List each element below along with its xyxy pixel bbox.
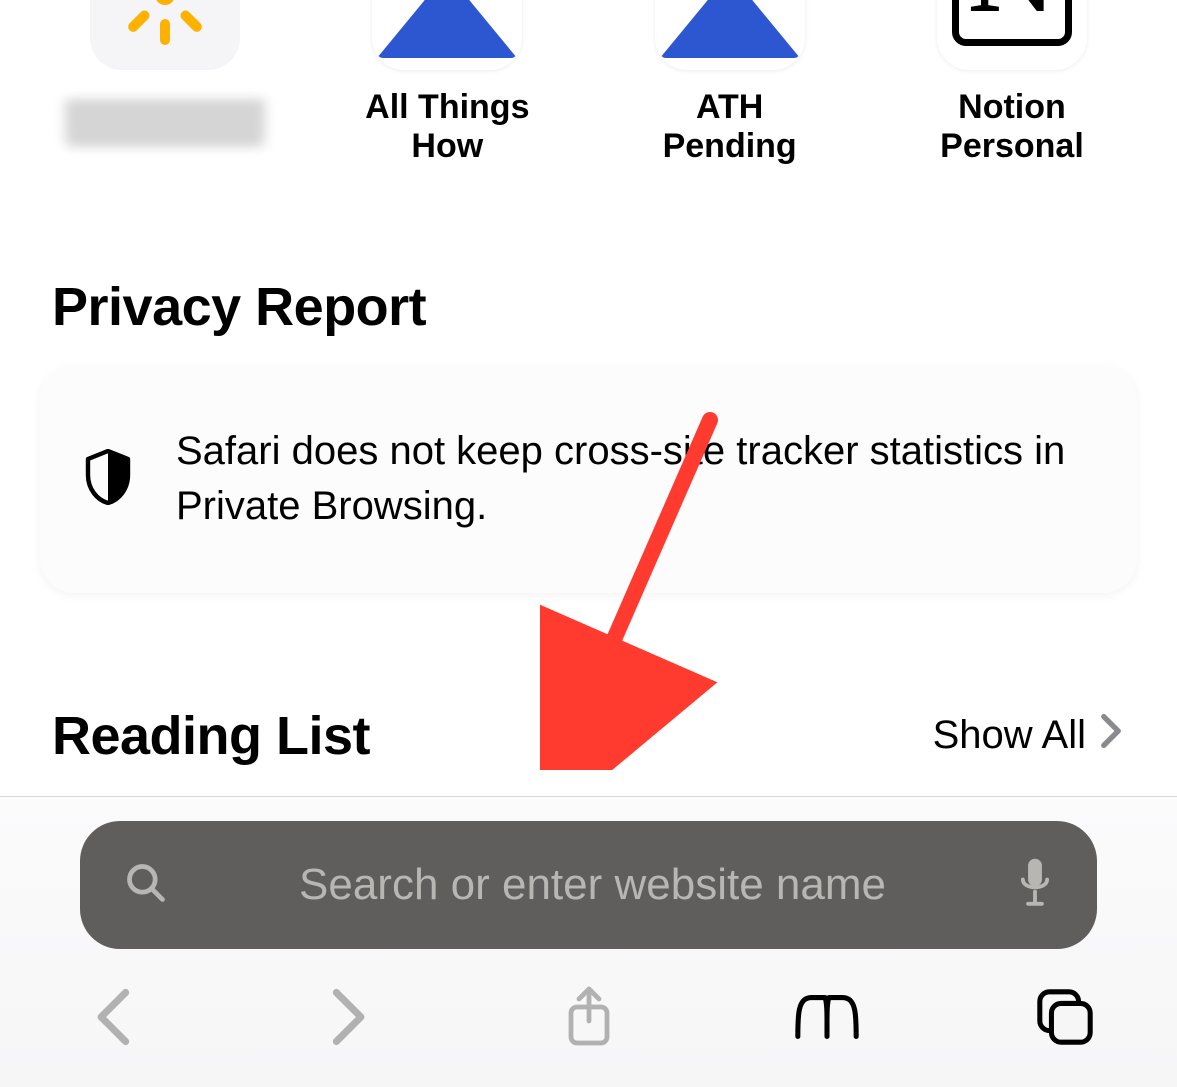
- bookmarks-button[interactable]: [787, 977, 867, 1057]
- tabs-button[interactable]: [1025, 977, 1105, 1057]
- bottom-toolbar: [0, 949, 1177, 1075]
- privacy-report-heading: Privacy Report: [0, 276, 1177, 338]
- privacy-report-message: Safari does not keep cross-site tracker …: [176, 424, 1093, 534]
- favorite-item-3[interactable]: ATH Pending: [615, 0, 845, 166]
- reading-list-row: Reading List Show All: [0, 705, 1177, 779]
- address-placeholder: Search or enter website name: [196, 860, 989, 910]
- favorite-label: ATH Pending: [663, 88, 797, 166]
- favorites-row: All Things How ATH Pending N Notion Pers…: [0, 0, 1177, 166]
- chevron-right-icon: [1100, 713, 1122, 759]
- sun-icon: [90, 0, 240, 70]
- search-icon: [124, 861, 168, 910]
- privacy-report-card[interactable]: Safari does not keep cross-site tracker …: [40, 366, 1137, 592]
- favorite-item-2[interactable]: All Things How: [332, 0, 562, 166]
- favorite-label: Notion Personal: [940, 88, 1084, 166]
- bottom-toolbar-area: Search or enter website name: [0, 796, 1177, 1087]
- favorite-item-1[interactable]: [50, 0, 280, 166]
- microphone-icon[interactable]: [1017, 857, 1053, 914]
- reading-list-heading: Reading List: [52, 705, 370, 767]
- triangle-icon: [655, 0, 805, 70]
- favorite-label: [65, 98, 265, 144]
- favorite-label: All Things How: [365, 88, 529, 166]
- forward-button[interactable]: [310, 977, 390, 1057]
- show-all-label: Show All: [933, 713, 1086, 758]
- shield-icon: [84, 449, 132, 510]
- back-button[interactable]: [72, 977, 152, 1057]
- notion-icon: N: [937, 0, 1087, 70]
- address-bar[interactable]: Search or enter website name: [80, 821, 1097, 949]
- share-button[interactable]: [549, 977, 629, 1057]
- favorite-item-4[interactable]: N Notion Personal: [897, 0, 1127, 166]
- show-all-button[interactable]: Show All: [933, 713, 1122, 759]
- triangle-icon: [372, 0, 522, 70]
